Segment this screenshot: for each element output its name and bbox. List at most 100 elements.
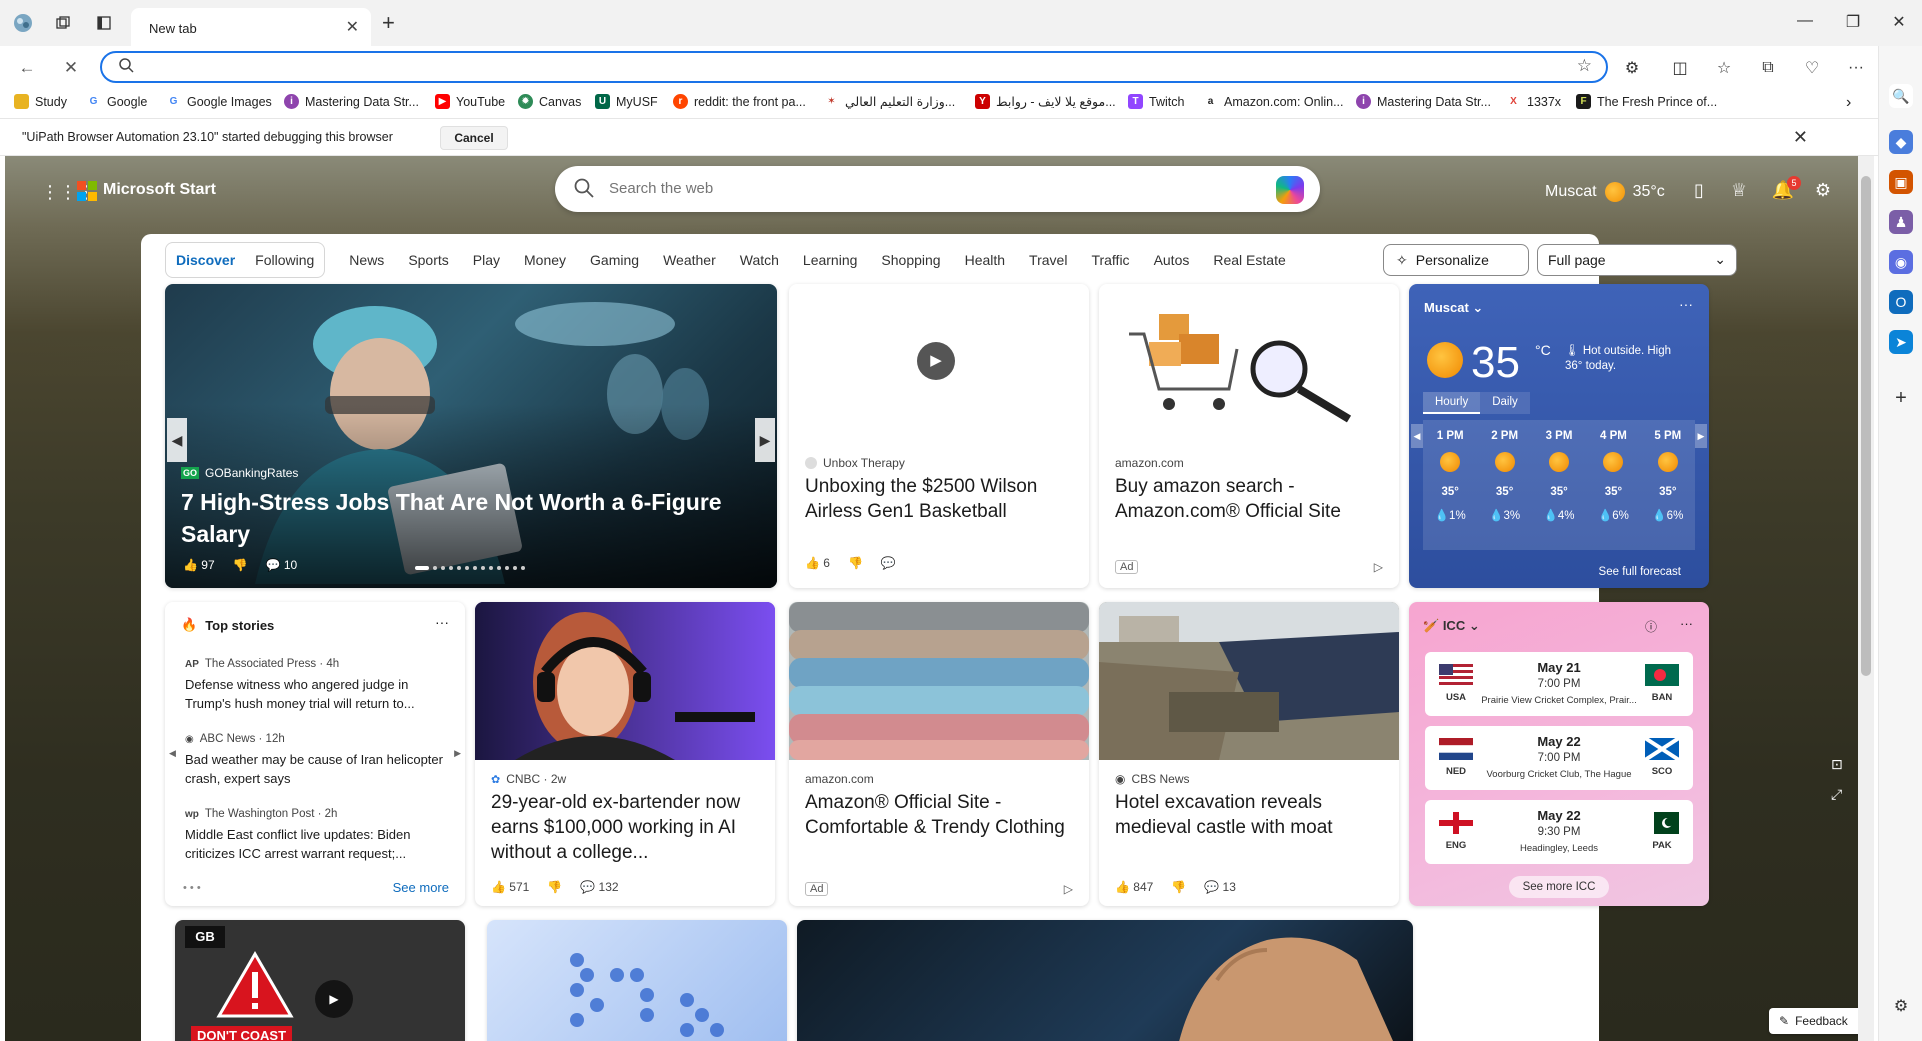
comment-button[interactable]: 💬 13: [1204, 880, 1236, 894]
category-traffic[interactable]: Traffic: [1091, 252, 1129, 268]
article-card-cnbc[interactable]: ✿ CNBC · 2w 29-year-old ex-bartender now…: [475, 602, 775, 906]
comment-button[interactable]: 💬 10: [266, 558, 298, 572]
personalize-button[interactable]: ✧ Personalize: [1383, 244, 1529, 276]
favorite-star-icon[interactable]: ☆: [1577, 56, 1592, 76]
bookmark-item[interactable]: F The Fresh Prince of...: [1576, 94, 1717, 109]
web-search-input[interactable]: [609, 180, 1209, 197]
category-money[interactable]: Money: [524, 252, 566, 268]
bookmark-item[interactable]: i Mastering Data Str...: [1356, 94, 1491, 109]
article-card[interactable]: [797, 920, 1413, 1041]
cancel-debug-button[interactable]: Cancel: [440, 126, 508, 150]
stories-prev-icon[interactable]: ◀: [169, 748, 176, 759]
match-item[interactable]: NED May 22 7:00 PM Voorburg Cricket Club…: [1425, 726, 1693, 790]
category-shopping[interactable]: Shopping: [881, 252, 940, 268]
category-gaming[interactable]: Gaming: [590, 252, 639, 268]
video-article-card[interactable]: ▶ Unbox Therapy Unboxing the $2500 Wilso…: [789, 284, 1089, 588]
briefcase-icon[interactable]: ▣: [1889, 170, 1913, 194]
article-title[interactable]: 29-year-old ex-bartender now earns $100,…: [491, 790, 759, 865]
match-item[interactable]: USA May 21 7:00 PM Prairie View Cricket …: [1425, 652, 1693, 716]
new-tab-icon[interactable]: +: [382, 10, 395, 36]
see-full-forecast-link[interactable]: See full forecast: [1599, 566, 1681, 578]
category-health[interactable]: Health: [965, 252, 1005, 268]
favorites-icon[interactable]: ☆: [1712, 56, 1736, 80]
profile-avatar-icon[interactable]: [12, 12, 34, 34]
dislike-icon[interactable]: 👎: [1171, 880, 1186, 894]
forecast-next-icon[interactable]: ▶: [1695, 424, 1707, 448]
category-play[interactable]: Play: [473, 252, 500, 268]
web-search-box[interactable]: [555, 166, 1320, 212]
info-icon[interactable]: ⓘ: [1645, 618, 1657, 635]
bookmark-item[interactable]: T Twitch: [1128, 94, 1184, 109]
notifications-bell-icon[interactable]: 🔔 5: [1771, 176, 1801, 201]
article-card-cbs[interactable]: ◉ CBS News Hotel excavation reveals medi…: [1099, 602, 1399, 906]
tab-following[interactable]: Following: [255, 252, 314, 268]
stop-loading-icon[interactable]: ✕: [58, 55, 84, 81]
ad-card-amazon-clothing[interactable]: amazon.com Amazon® Official Site - Comfo…: [789, 602, 1089, 906]
ad-card-amazon-search[interactable]: amazon.com Buy amazon search - Amazon.co…: [1099, 284, 1399, 588]
maximize-icon[interactable]: ❐: [1838, 12, 1868, 32]
category-learning[interactable]: Learning: [803, 252, 858, 268]
split-screen-icon[interactable]: ◫: [1668, 56, 1692, 80]
like-button[interactable]: 👍 97: [183, 558, 215, 572]
header-weather[interactable]: Muscat 35°c: [1545, 182, 1665, 202]
sidebar-settings-icon[interactable]: ⚙: [1889, 994, 1913, 1018]
ad-title[interactable]: Amazon® Official Site - Comfortable & Tr…: [805, 790, 1073, 840]
page-settings-gear-icon[interactable]: ⚙: [1811, 180, 1835, 201]
browser-essentials-icon[interactable]: ♡: [1800, 56, 1824, 80]
article-card[interactable]: [487, 920, 787, 1041]
article-title[interactable]: 7 High-Stress Jobs That Are Not Worth a …: [181, 486, 741, 550]
rewards-icon[interactable]: ♕: [1727, 180, 1751, 201]
bookmark-item[interactable]: U MyUSF: [595, 94, 658, 109]
tag-icon[interactable]: ◆: [1889, 130, 1913, 154]
carousel-prev-icon[interactable]: ◀: [167, 418, 187, 462]
like-button[interactable]: 👍 847: [1115, 880, 1153, 894]
article-title[interactable]: Unboxing the $2500 Wilson Airless Gen1 B…: [805, 474, 1073, 524]
play-icon[interactable]: ▶: [917, 342, 955, 380]
bookmark-item[interactable]: r reddit: the front pa...: [673, 94, 806, 109]
m365-icon[interactable]: ◉: [1889, 250, 1913, 274]
hero-article-card[interactable]: ◀ ▶ GO GOBankingRates 7 High-Stress Jobs…: [165, 284, 777, 588]
forecast-prev-icon[interactable]: ◀: [1411, 424, 1423, 448]
category-real-estate[interactable]: Real Estate: [1213, 252, 1285, 268]
bookmark-item[interactable]: ▶ YouTube: [435, 94, 505, 109]
weather-location[interactable]: Muscat ⌄: [1424, 300, 1483, 316]
dislike-icon[interactable]: 👎: [547, 880, 562, 894]
ad-choices-icon[interactable]: ▷: [1064, 882, 1073, 896]
category-watch[interactable]: Watch: [740, 252, 779, 268]
bookmark-item[interactable]: i Mastering Data Str...: [284, 94, 419, 109]
add-sidebar-icon[interactable]: +: [1889, 386, 1913, 410]
play-icon[interactable]: ▶: [315, 980, 353, 1018]
page-scrollbar[interactable]: [1858, 156, 1874, 1041]
close-window-icon[interactable]: ✕: [1884, 12, 1914, 32]
see-more-icc-link[interactable]: See more ICC: [1509, 876, 1609, 898]
more-bookmarks-chevron-icon[interactable]: ›: [1846, 94, 1851, 112]
dislike-icon[interactable]: 👎: [233, 558, 248, 572]
bookmark-item[interactable]: ✶ وزارة التعليم العالي...: [824, 94, 955, 109]
article-title[interactable]: Hotel excavation reveals medieval castle…: [1115, 790, 1383, 840]
like-button[interactable]: 👍 571: [491, 880, 529, 894]
comment-icon[interactable]: 💬: [881, 556, 896, 570]
more-options-icon[interactable]: ···: [1680, 616, 1693, 631]
search-sidebar-icon[interactable]: 🔍: [1889, 84, 1913, 108]
vertical-tabs-icon[interactable]: [93, 12, 115, 34]
bookmark-item[interactable]: Study: [14, 94, 67, 109]
tab-new-tab[interactable]: New tab ✕: [131, 8, 371, 46]
category-sports[interactable]: Sports: [408, 252, 448, 268]
icc-header[interactable]: 🏏 ICC ⌄: [1423, 618, 1480, 634]
comment-button[interactable]: 💬 132: [580, 880, 618, 894]
category-weather[interactable]: Weather: [663, 252, 716, 268]
more-options-icon[interactable]: ···: [435, 614, 449, 630]
see-more-link[interactable]: See more: [393, 880, 449, 895]
games-icon[interactable]: ♟: [1889, 210, 1913, 234]
stories-next-icon[interactable]: ▶: [454, 748, 461, 759]
extensions-icon[interactable]: ⚙: [1620, 56, 1644, 80]
bookmark-item[interactable]: G Google Images: [166, 94, 272, 109]
bookmark-item[interactable]: Y موقع يلا لايف - روابط...: [975, 94, 1116, 109]
category-travel[interactable]: Travel: [1029, 252, 1067, 268]
more-menu-icon[interactable]: ···: [1844, 56, 1868, 80]
address-bar[interactable]: ☆: [100, 51, 1608, 83]
copilot-icon[interactable]: [1276, 176, 1304, 204]
workspaces-icon[interactable]: [52, 12, 74, 34]
tab-daily[interactable]: Daily: [1480, 392, 1530, 414]
top-story-item[interactable]: AP The Associated Press · 4h Defense witn…: [185, 658, 457, 713]
